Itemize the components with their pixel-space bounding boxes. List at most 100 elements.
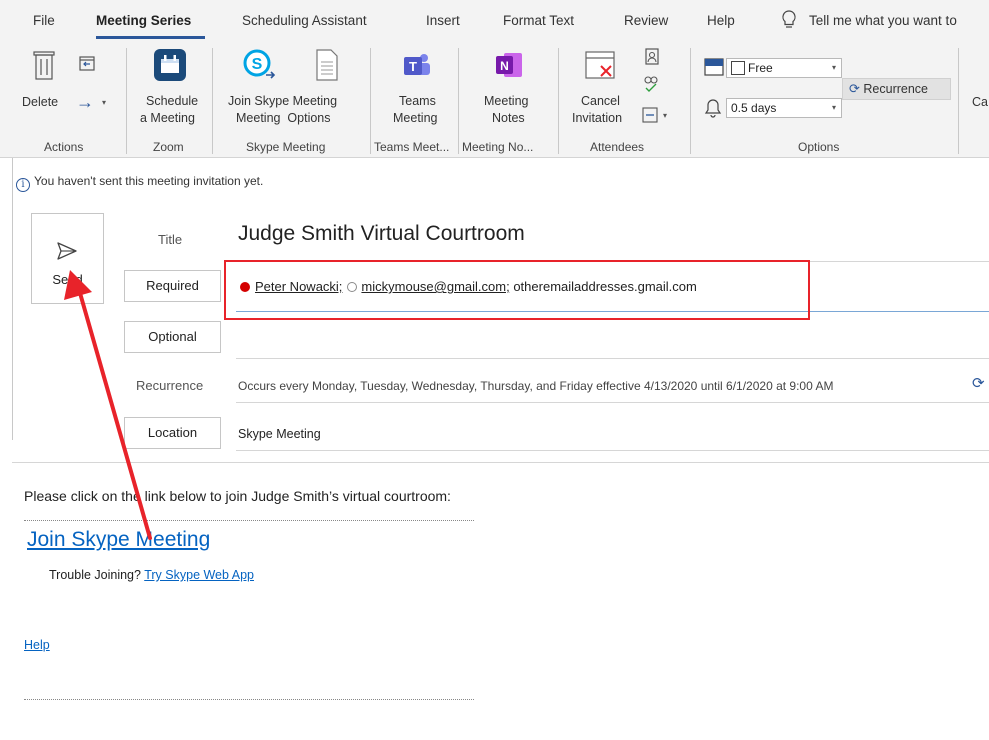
group-zoom-label: Zoom [153, 140, 184, 154]
tab-scheduling-assistant[interactable]: Scheduling Assistant [242, 13, 367, 28]
recurrence-icon: ⟳ [849, 81, 860, 96]
info-bar: i You haven't sent this meeting invitatio… [16, 174, 263, 192]
recurrence-edit-icon[interactable]: ⟳ [972, 374, 985, 392]
cancel-label-line1: Cancel [581, 94, 620, 108]
svg-text:▾: ▾ [663, 111, 667, 120]
ribbon-separator [558, 48, 559, 154]
title-label: Title [158, 232, 183, 247]
chevron-down-icon: ▾ [102, 98, 107, 107]
dotted-divider [24, 520, 474, 521]
title-input[interactable]: Judge Smith Virtual Courtroom [238, 222, 525, 246]
delete-label: Delete [22, 95, 59, 109]
check-names-icon[interactable] [642, 74, 660, 92]
teams-label-line1: Teams [399, 94, 436, 108]
skype-label-line1: Join Skype Meeting [228, 94, 338, 108]
dotted-divider [24, 699, 474, 700]
trouble-joining-text: Trouble Joining? [49, 568, 141, 582]
meeting-options-icon [316, 49, 338, 81]
show-as-value: Free [748, 61, 773, 75]
lightbulb-icon [782, 10, 796, 28]
svg-text:S: S [252, 56, 263, 73]
meeting-window: File Meeting Series Scheduling Assistant… [0, 0, 989, 740]
join-skype-meeting-link[interactable]: Join Skype Meeting [27, 528, 210, 552]
tab-format-text[interactable]: Format Text [503, 13, 574, 28]
ribbon-separator [212, 48, 213, 154]
active-tab-indicator [96, 36, 205, 39]
tab-insert[interactable]: Insert [426, 13, 460, 28]
ribbon-tab-bar: File Meeting Series Scheduling Assistant… [0, 0, 989, 40]
svg-text:T: T [409, 59, 417, 74]
chevron-down-icon: ▾ [831, 63, 836, 72]
location-input[interactable]: Skype Meeting [238, 427, 321, 441]
chevron-down-icon: ▾ [831, 103, 836, 112]
info-text: You haven't sent this meeting invitation… [34, 174, 264, 188]
send-button[interactable]: Send [31, 213, 104, 304]
optional-underline [236, 358, 989, 359]
ribbon-clipped-item[interactable]: Ca [972, 94, 988, 110]
group-skype-label: Skype Meeting [246, 140, 326, 154]
show-as-checkbox [731, 61, 745, 75]
recurrence-button[interactable]: ⟳ Recurrence [842, 78, 951, 100]
tab-file[interactable]: File [33, 13, 55, 28]
zoom-calendar-icon [154, 49, 186, 81]
show-as-icon [704, 58, 724, 76]
forward-button[interactable]: → ▾ [76, 92, 112, 116]
highlight-annotation-box [224, 260, 810, 320]
group-notes-label: Meeting No... [462, 140, 534, 154]
info-icon: i [16, 178, 30, 192]
tab-review[interactable]: Review [624, 13, 668, 28]
form-left-border [12, 158, 13, 440]
help-link[interactable]: Help [24, 638, 50, 652]
body-intro-text: Please click on the link below to join J… [24, 488, 451, 504]
ribbon-separator [370, 48, 371, 154]
recurrence-underline [236, 402, 989, 403]
group-actions-label: Actions [44, 140, 84, 154]
send-icon [57, 242, 77, 260]
ribbon-separator [690, 48, 691, 154]
teams-label-line2: Meeting [393, 111, 438, 125]
cancel-invitation-button[interactable]: Cancel Invitation [568, 48, 630, 132]
schedule-label-line1: Schedule [146, 94, 199, 108]
reminder-select[interactable]: 0.5 days ▾ [726, 98, 842, 118]
try-skype-web-app-link[interactable]: Try Skype Web App [144, 568, 254, 582]
join-skype-meeting-button[interactable]: S Join Skype Meeting Meeting Options [228, 48, 358, 132]
trouble-joining-line: Trouble Joining? Try Skype Web App [49, 568, 254, 582]
trash-icon [33, 51, 55, 80]
teams-icon: T [404, 54, 430, 75]
tell-me-search[interactable]: Tell me what you want to [809, 13, 957, 28]
body-separator [12, 462, 989, 463]
response-options-icon[interactable]: ▾ [642, 106, 670, 124]
optional-button[interactable]: Optional [124, 321, 221, 353]
skype-label-line2: Meeting Options [236, 111, 331, 125]
ribbon-separator [458, 48, 459, 154]
bell-icon [704, 99, 722, 118]
ribbon-separator [958, 48, 959, 154]
ribbon-separator [126, 48, 127, 154]
required-button[interactable]: Required [124, 270, 221, 302]
svg-text:N: N [500, 59, 509, 73]
show-as-select[interactable]: Free ▾ [726, 58, 842, 78]
recurrence-button-label: Recurrence [863, 82, 929, 96]
location-underline [236, 450, 989, 451]
forward-arrow-icon: → [76, 92, 94, 112]
location-button[interactable]: Location [124, 417, 221, 449]
delete-button[interactable]: Delete [22, 48, 68, 128]
tab-meeting-series[interactable]: Meeting Series [96, 13, 191, 28]
meeting-notes-button[interactable]: N Meeting Notes [476, 48, 546, 132]
cancel-label-line2: Invitation [572, 111, 623, 125]
group-attendees-label: Attendees [590, 140, 645, 154]
tab-help[interactable]: Help [707, 13, 735, 28]
calendar-forward-icon[interactable] [78, 54, 96, 72]
address-book-icon[interactable] [644, 48, 660, 66]
reminder-value: 0.5 days [731, 101, 777, 115]
group-options-label: Options [798, 140, 840, 154]
group-teams-label: Teams Meet... [374, 140, 450, 154]
recurrence-value: Occurs every Monday, Tuesday, Wednesday,… [238, 379, 834, 393]
onenote-icon: N [496, 53, 522, 77]
ribbon: Delete → ▾ Actions Schedule a Meeting Zo… [0, 40, 989, 158]
schedule-meeting-button[interactable]: Schedule a Meeting [138, 48, 204, 132]
optional-attendees-field[interactable] [236, 321, 989, 353]
send-label: Send [52, 272, 83, 287]
schedule-label-line2: a Meeting [140, 111, 195, 125]
teams-meeting-button[interactable]: T Teams Meeting [384, 48, 450, 132]
